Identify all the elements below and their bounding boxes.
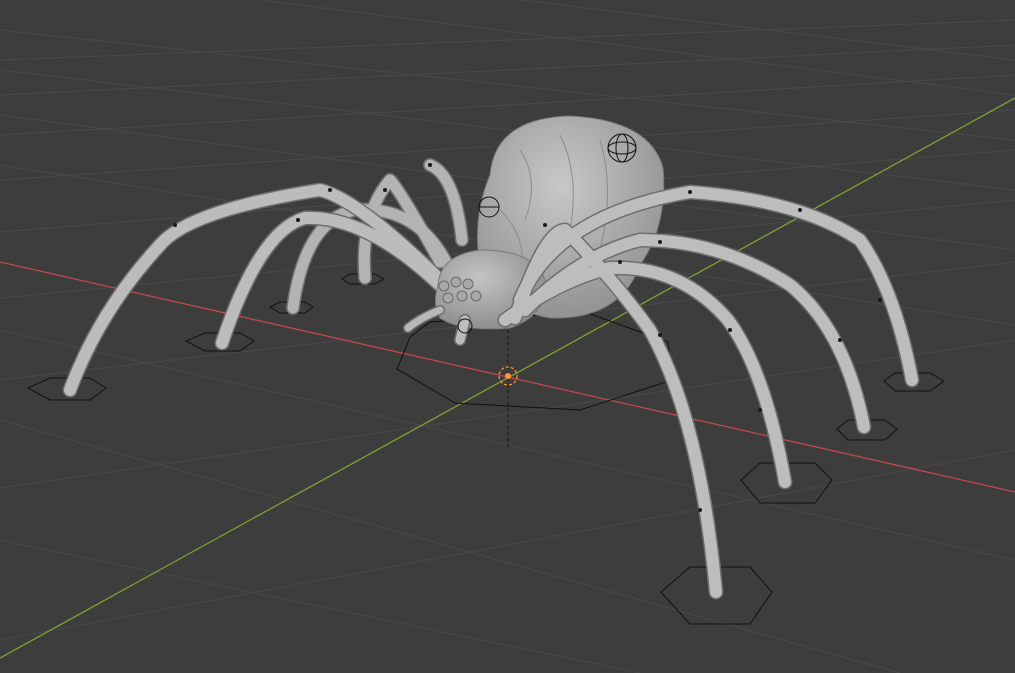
viewport-canvas[interactable] — [0, 0, 1015, 673]
3d-viewport[interactable] — [0, 0, 1015, 673]
